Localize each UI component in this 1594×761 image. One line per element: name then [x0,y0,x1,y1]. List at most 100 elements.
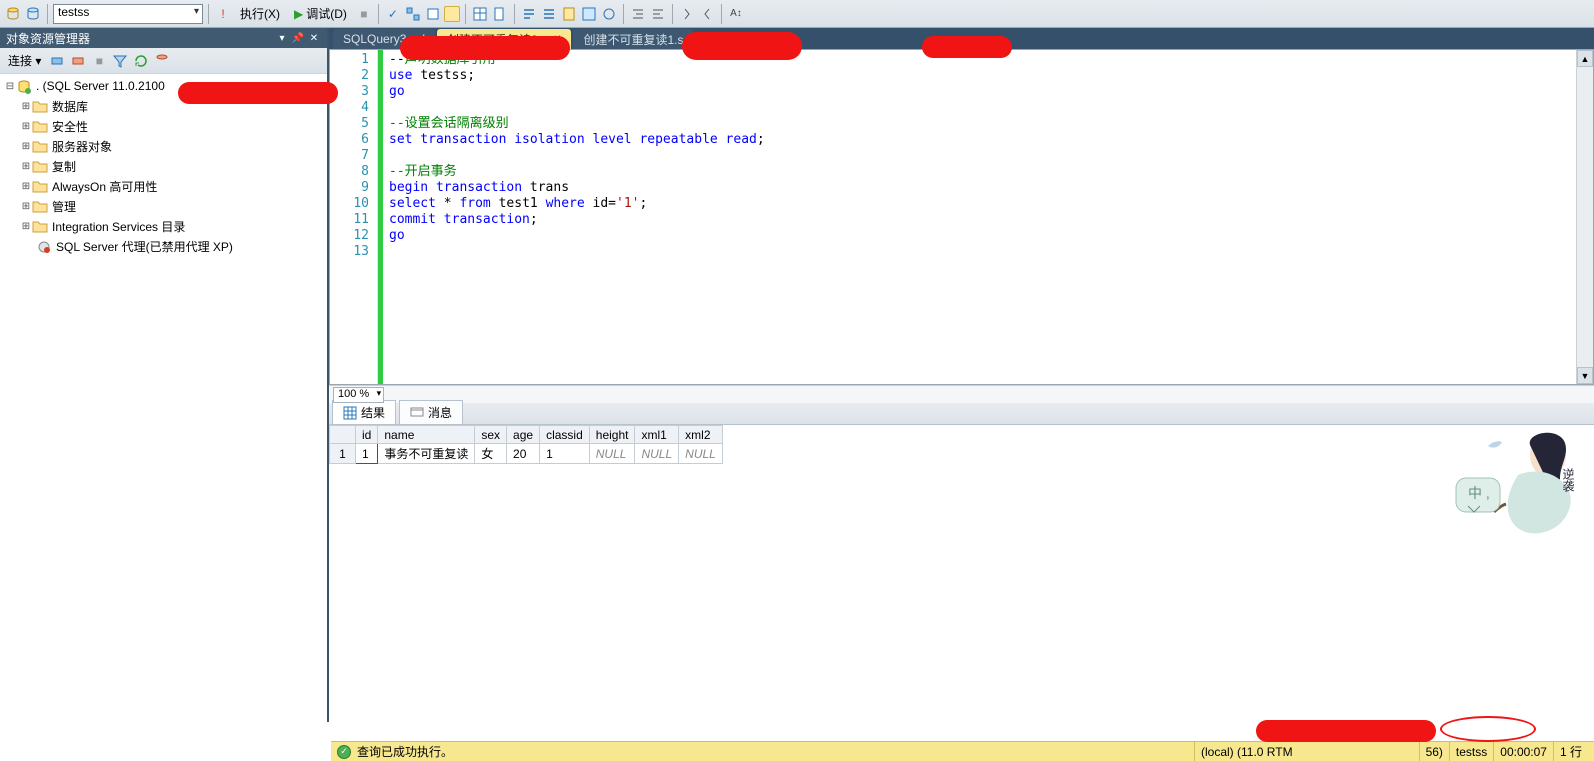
column-header[interactable]: height [589,426,635,444]
panel-title: 对象资源管理器 [6,30,90,47]
tree-item[interactable]: ⊞服务器对象 [0,136,327,156]
table-row[interactable]: 11事务不可重复读女201NULLNULLNULL [330,444,723,464]
connect-button[interactable]: 连接 ▾ [4,52,45,69]
decorative-character: 中 , 逆袭 [1448,420,1588,550]
results-to-text-icon[interactable] [444,6,460,22]
close-icon[interactable]: ✕ [307,31,321,45]
debug-button[interactable]: ▶调试(D) [288,3,353,25]
surround-icon[interactable] [600,5,618,23]
indent-icon[interactable] [629,5,647,23]
results-grid[interactable]: idnamesexageclassidheightxml1xml211事务不可重… [329,425,1594,722]
panel-toolbar: 连接 ▾ ■ [0,48,327,74]
document-tab[interactable]: 创建不可重复读1.s [573,29,693,49]
document-tab[interactable]: 创建不可重复读2.s✕ [437,29,571,49]
tree-root[interactable]: ⊟ . (SQL Server 11.0.2100 [0,76,327,96]
expand-icon[interactable]: ⊞ [20,221,32,232]
message-icon [410,406,424,420]
status-tail: 56) [1419,742,1449,761]
code-content[interactable]: --声明数据库引用use testss;go --设置会话隔离级别set tra… [383,50,1576,384]
editor-scrollbar[interactable]: ▲ ▼ [1576,50,1593,384]
toolbar-separator [721,4,722,24]
indent-more-icon[interactable] [678,5,696,23]
expand-icon[interactable]: ⊞ [20,101,32,112]
refresh-icon[interactable] [132,52,150,70]
column-header[interactable]: xml2 [679,426,723,444]
status-server: (local) (11.0 RTM [1194,742,1299,761]
expand-icon[interactable]: ⊞ [20,121,32,132]
stop-connect-icon[interactable]: ■ [90,52,108,70]
close-icon[interactable]: ✕ [553,34,561,45]
warning-icon[interactable]: ! [214,5,232,23]
column-header[interactable]: age [507,426,540,444]
expand-icon[interactable]: ⊞ [20,181,32,192]
results-file-icon[interactable] [491,5,509,23]
editor-area: SQLQuery3.sql创建不可重复读2.s✕创建不可重复读1.s 12345… [329,28,1594,722]
tree-item[interactable]: ⊞管理 [0,196,327,216]
document-tab[interactable]: SQLQuery3.sql [333,29,435,49]
pin-icon[interactable]: 📌 [291,31,305,45]
svg-text:中 ,: 中 , [1468,485,1490,501]
zoom-combo[interactable]: 100 % [333,387,384,403]
tree-item[interactable]: ⊞Integration Services 目录 [0,216,327,236]
folder-icon [32,219,48,233]
results-grid-icon[interactable] [471,5,489,23]
scroll-up-icon[interactable]: ▲ [1577,50,1593,67]
stop-icon[interactable]: ■ [355,5,373,23]
column-header[interactable]: id [356,426,378,444]
folder-icon [32,99,48,113]
collapse-icon[interactable]: ⊟ [4,81,16,92]
messages-tab[interactable]: 消息 [399,400,463,424]
book-icon[interactable] [560,5,578,23]
tree-item[interactable]: ⊞AlwaysOn 高可用性 [0,176,327,196]
expand-icon[interactable]: ⊞ [20,201,32,212]
column-header[interactable]: xml1 [635,426,679,444]
connect-icon[interactable] [48,52,66,70]
parse-icon[interactable]: ✓ [384,5,402,23]
svg-text:逆袭: 逆袭 [1561,467,1575,493]
status-bar: ✓ 查询已成功执行。 (local) (11.0 RTM 56) testss … [331,741,1594,761]
db-change-icon[interactable] [24,5,42,23]
database-combo[interactable]: testss [53,4,203,24]
execute-button[interactable]: 执行(X) [234,3,286,25]
folder-icon [32,199,48,213]
object-tree[interactable]: ⊟ . (SQL Server 11.0.2100 ⊞数据库⊞安全性⊞服务器对象… [0,74,327,722]
actual-plan-icon[interactable] [424,5,442,23]
comment-icon[interactable] [520,5,538,23]
grid-icon [343,406,357,420]
toolbar-separator [47,4,48,24]
specify-values-icon[interactable]: A↕ [727,5,745,23]
tree-agent[interactable]: SQL Server 代理(已禁用代理 XP) [0,236,327,256]
panel-header[interactable]: 对象资源管理器 ▾ 📌 ✕ [0,28,327,48]
code-editor[interactable]: 12345678910111213 --声明数据库引用use testss;go… [329,49,1594,385]
main-toolbar: testss ! 执行(X) ▶调试(D) ■ ✓ A↕ [0,0,1594,28]
tree-item[interactable]: ⊞安全性 [0,116,327,136]
results-tab[interactable]: 结果 [332,400,396,424]
snippet-icon[interactable] [580,5,598,23]
success-icon: ✓ [337,745,351,759]
status-rows: 1 行 [1553,742,1588,761]
scroll-down-icon[interactable]: ▼ [1577,367,1593,384]
indent-less-icon[interactable] [698,5,716,23]
toolbar-separator [672,4,673,24]
filter-icon[interactable] [111,52,129,70]
expand-icon[interactable]: ⊞ [20,161,32,172]
object-explorer-panel: 对象资源管理器 ▾ 📌 ✕ 连接 ▾ ■ ⊟ . (SQL Server 11.… [0,28,329,722]
expand-icon[interactable]: ⊞ [20,141,32,152]
plan-icon[interactable] [404,5,422,23]
folder-icon [32,139,48,153]
toolbar-separator [378,4,379,24]
column-header[interactable]: sex [475,426,507,444]
status-text: 查询已成功执行。 [357,743,453,760]
disconnect-icon[interactable] [69,52,87,70]
tree-item[interactable]: ⊞数据库 [0,96,327,116]
column-header[interactable]: classid [540,426,590,444]
db-connect-icon[interactable] [4,5,22,23]
db-refresh-icon[interactable] [153,52,171,70]
toolbar-separator [623,4,624,24]
column-header[interactable]: name [378,426,475,444]
outdent-icon[interactable] [649,5,667,23]
dropdown-icon[interactable]: ▾ [275,31,289,45]
tree-item[interactable]: ⊞复制 [0,156,327,176]
folder-icon [32,179,48,193]
uncomment-icon[interactable] [540,5,558,23]
